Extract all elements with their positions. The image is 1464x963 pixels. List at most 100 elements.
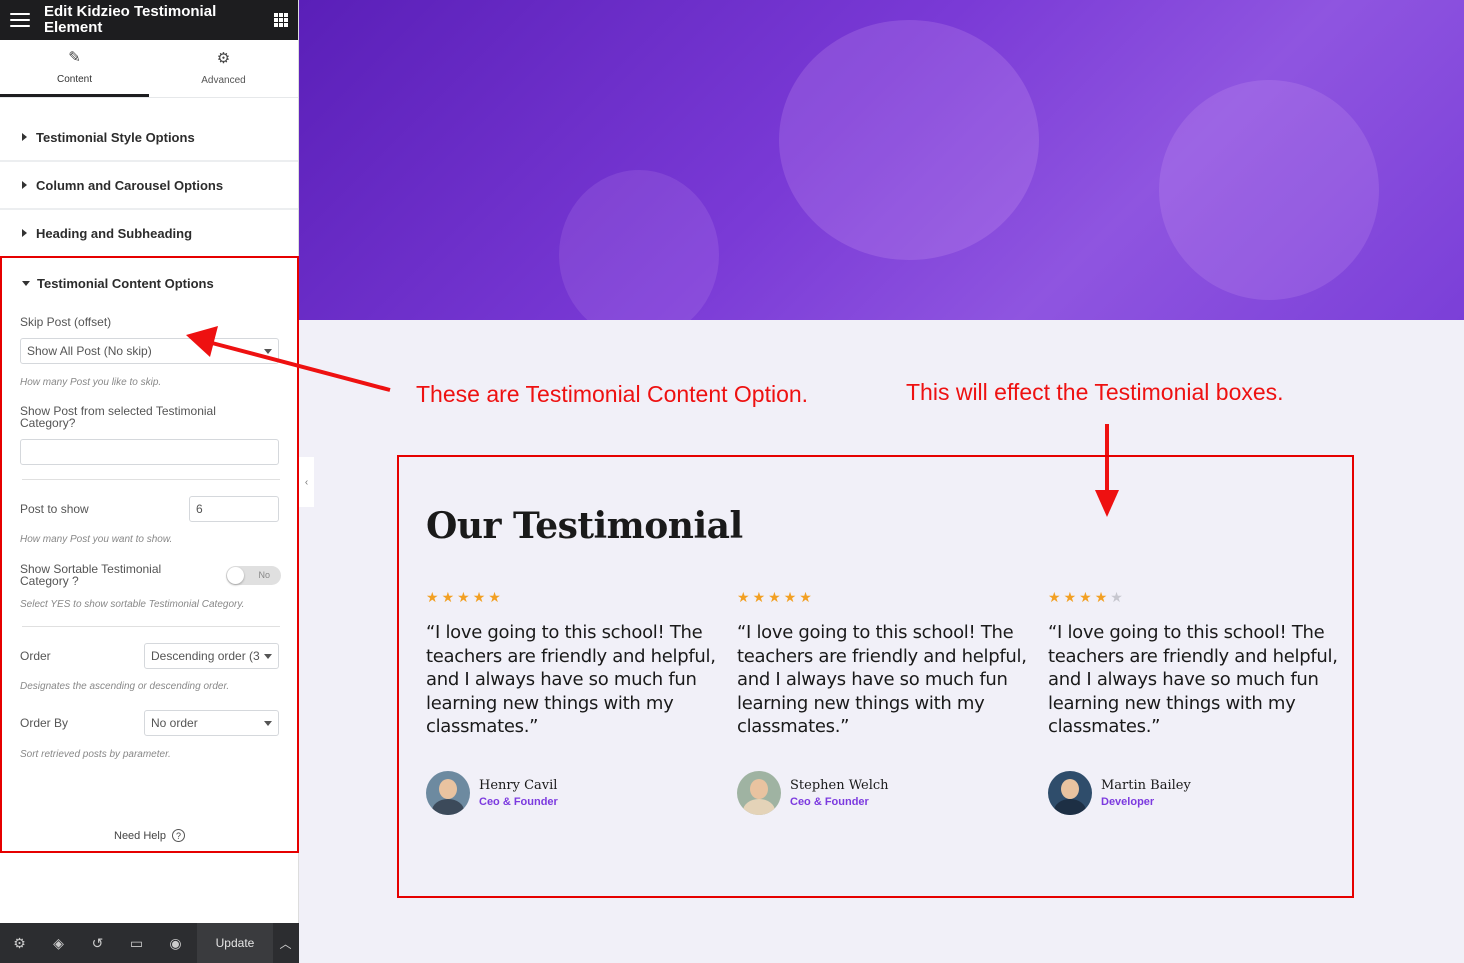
order-label: Order <box>20 649 51 663</box>
settings-gear-icon[interactable]: ⚙ <box>0 923 39 963</box>
order-hint: Designates the ascending or descending o… <box>20 681 230 692</box>
skip-post-select[interactable]: Show All Post (No skip) <box>20 338 279 364</box>
author-name: Stephen Welch <box>790 778 889 793</box>
testimonial-card: ★★★★★ “I love going to this school! The … <box>1048 589 1338 815</box>
order-by-hint: Sort retrieved posts by parameter. <box>20 749 171 760</box>
star-rating: ★★★★★ <box>1048 589 1338 607</box>
tab-advanced[interactable]: ⚙ Advanced <box>149 40 298 97</box>
section-label: Heading and Subheading <box>36 225 193 241</box>
post-to-show-label: Post to show <box>20 502 89 516</box>
category-input[interactable] <box>20 439 279 465</box>
caret-right-icon <box>22 181 27 189</box>
star-filled-icon: ★ <box>737 589 753 605</box>
star-filled-icon: ★ <box>1079 589 1095 605</box>
caret-right-icon <box>22 229 27 237</box>
author-name: Martin Bailey <box>1101 778 1191 793</box>
avatar <box>737 771 781 815</box>
panel-tabs: ✎ Content ⚙ Advanced <box>0 40 298 98</box>
annotation-right: This will effect the Testimonial boxes. <box>906 379 1284 405</box>
avatar-face <box>439 779 457 799</box>
preview-eye-icon[interactable]: ◉ <box>156 923 195 963</box>
tab-content[interactable]: ✎ Content <box>0 40 149 97</box>
testimonial-quote: “I love going to this school! The teache… <box>737 622 1027 738</box>
editor-panel: Edit Kidzieo Testimonial Element ✎ Conte… <box>0 0 299 963</box>
author-role: Ceo & Founder <box>479 796 558 808</box>
annotation-left: These are Testimonial Content Option. <box>416 381 809 407</box>
post-to-show-input[interactable]: 6 <box>189 496 279 522</box>
testimonial-quote: “I love going to this school! The teache… <box>1048 622 1338 738</box>
hero-figure <box>779 20 1039 260</box>
caret-right-icon <box>22 133 27 141</box>
testimonial-heading: Our Testimonial <box>426 505 743 547</box>
caret-down-icon <box>22 281 30 286</box>
sortable-category-toggle[interactable]: No <box>226 566 281 585</box>
section-heading-subheading[interactable]: Heading and Subheading <box>0 210 298 258</box>
toggle-text: No <box>258 570 270 580</box>
divider <box>22 479 280 480</box>
hero-figure <box>559 170 719 320</box>
tab-advanced-label: Advanced <box>201 75 246 86</box>
avatar-body <box>1054 799 1086 815</box>
section-label: Column and Carousel Options <box>36 177 224 193</box>
hamburger-menu-icon[interactable] <box>10 13 30 27</box>
skip-post-label: Skip Post (offset) <box>20 315 112 329</box>
need-help-label: Need Help <box>114 829 166 842</box>
hero-figure <box>1159 80 1379 300</box>
testimonial-section: Our Testimonial ★★★★★ “I love going to t… <box>397 455 1354 898</box>
divider <box>22 626 280 627</box>
avatar <box>1048 771 1092 815</box>
star-rating: ★★★★★ <box>737 589 1027 607</box>
chevron-down-icon <box>264 349 272 354</box>
panel-title: Edit Kidzieo Testimonial Element <box>44 3 217 36</box>
star-filled-icon: ★ <box>1063 589 1080 605</box>
testimonial-content-options-panel: Testimonial Content Options Skip Post (o… <box>0 256 299 853</box>
update-button[interactable]: Update <box>197 923 273 963</box>
need-help-link[interactable]: Need Help ? <box>114 829 185 842</box>
avatar <box>426 771 470 815</box>
star-filled-icon: ★ <box>799 589 815 605</box>
panel-header: Edit Kidzieo Testimonial Element <box>0 0 298 40</box>
history-icon[interactable]: ↺ <box>78 923 117 963</box>
chevron-up-icon[interactable]: ︿ <box>273 923 298 963</box>
avatar-face <box>750 779 768 799</box>
category-label: Show Post from selected Testimonial Cate… <box>20 404 216 430</box>
testimonial-author: Henry Cavil Ceo & Founder <box>426 771 558 815</box>
order-by-select[interactable]: No order <box>144 710 279 736</box>
post-to-show-hint: How many Post you want to show. <box>20 534 173 545</box>
layers-icon[interactable]: ◈ <box>39 923 78 963</box>
hero-image <box>299 0 1464 320</box>
star-filled-icon: ★ <box>768 589 784 605</box>
star-filled-icon: ★ <box>783 589 800 605</box>
author-role: Developer <box>1101 796 1155 808</box>
section-label: Testimonial Content Options <box>37 276 214 291</box>
sortable-category-hint: Select YES to show sortable Testimonial … <box>20 599 245 610</box>
panel-footer: ⚙ ◈ ↺ ▭ ◉ Update ︿ <box>0 923 299 963</box>
collapse-panel-handle[interactable]: ‹ <box>299 457 314 507</box>
testimonial-quote: “I love going to this school! The teache… <box>426 622 716 738</box>
responsive-mode-icon[interactable]: ▭ <box>117 923 156 963</box>
section-column-carousel[interactable]: Column and Carousel Options <box>0 162 298 210</box>
order-by-value: No order <box>151 716 198 730</box>
skip-post-hint: How many Post you like to skip. <box>20 377 162 388</box>
gear-icon: ⚙ <box>216 50 231 67</box>
widgets-grid-icon[interactable] <box>274 13 288 27</box>
star-filled-icon: ★ <box>457 589 473 605</box>
testimonial-author: Martin Bailey Developer <box>1048 771 1191 815</box>
pencil-icon: ✎ <box>68 48 81 66</box>
avatar-body <box>432 799 464 815</box>
sortable-category-label: Show Sortable Testimonial Category ? <box>20 562 162 588</box>
star-filled-icon: ★ <box>1048 589 1064 605</box>
tab-content-label: Content <box>56 73 93 85</box>
star-filled-icon: ★ <box>472 589 489 605</box>
section-testimonial-content[interactable]: Testimonial Content Options <box>22 276 214 291</box>
section-testimonial-style[interactable]: Testimonial Style Options <box>0 114 298 162</box>
star-filled-icon: ★ <box>488 589 504 605</box>
section-label: Testimonial Style Options <box>36 129 195 145</box>
star-filled-icon: ★ <box>441 589 458 605</box>
avatar-body <box>743 799 775 815</box>
skip-post-value: Show All Post (No skip) <box>27 344 152 358</box>
author-name: Henry Cavil <box>479 778 558 793</box>
order-select[interactable]: Descending order (3 <box>144 643 279 669</box>
chevron-down-icon <box>264 654 272 659</box>
testimonial-card: ★★★★★ “I love going to this school! The … <box>426 589 716 815</box>
